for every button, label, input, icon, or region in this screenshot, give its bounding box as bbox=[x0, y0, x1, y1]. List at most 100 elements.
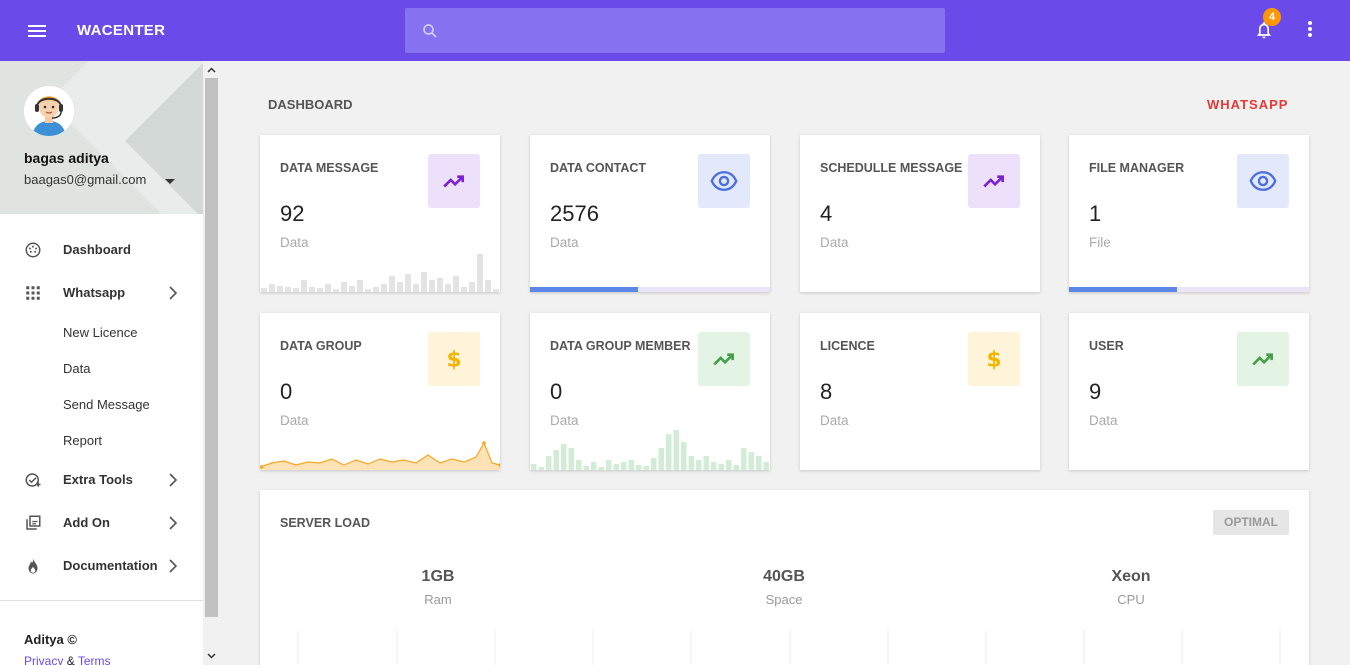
user-name: bagas aditya bbox=[24, 150, 109, 166]
sparkline-bar bbox=[666, 434, 672, 470]
sparkline-bar bbox=[531, 464, 537, 470]
dashboard-icon bbox=[25, 242, 41, 258]
sparkline-bar bbox=[703, 456, 709, 470]
user-menu-caret-icon[interactable] bbox=[165, 179, 175, 184]
footer-links: Privacy & Terms bbox=[24, 654, 111, 665]
more-vert-icon[interactable] bbox=[1302, 21, 1318, 41]
card-unit: Data bbox=[1089, 413, 1118, 428]
sparkline-bar bbox=[636, 465, 642, 470]
card-title: DATA MESSAGE bbox=[280, 161, 379, 175]
breadcrumb[interactable]: WHATSAPP bbox=[1207, 97, 1288, 112]
stat-card-file-manager[interactable]: FILE MANAGER 1 File bbox=[1069, 135, 1309, 292]
library-icon bbox=[26, 515, 41, 530]
menu-icon[interactable] bbox=[28, 22, 46, 40]
sparkline-area bbox=[260, 441, 500, 470]
sparkline-bar bbox=[763, 462, 769, 470]
sparkline-bar bbox=[485, 280, 491, 292]
stat-value: 40GB bbox=[763, 568, 805, 585]
stat-card-data-group-member[interactable]: DATA GROUP MEMBER 0 Data bbox=[530, 313, 770, 470]
card-icon-box bbox=[698, 154, 750, 208]
scrollbar-thumb[interactable] bbox=[205, 78, 218, 617]
sidebar-item-extra-tools[interactable]: Extra Tools bbox=[0, 462, 203, 498]
eye-icon bbox=[1249, 171, 1277, 191]
sidebar-subitem-new-licence[interactable]: New Licence bbox=[63, 325, 137, 340]
card-title: DATA CONTACT bbox=[550, 161, 647, 175]
sparkline-bar bbox=[591, 462, 597, 470]
sidebar-item-dashboard[interactable]: Dashboard bbox=[0, 232, 203, 268]
scroll-up-icon[interactable] bbox=[206, 65, 217, 76]
sparkline-bar bbox=[553, 450, 559, 470]
top-app-bar: WACENTER 4 bbox=[0, 0, 1350, 61]
sparkline-bar bbox=[285, 287, 291, 292]
trending-up-icon bbox=[443, 175, 464, 188]
sparkline-bar bbox=[277, 286, 283, 292]
stat-card-user[interactable]: USER 9 Data bbox=[1069, 313, 1309, 470]
sidebar-subitem-data[interactable]: Data bbox=[63, 361, 90, 376]
page-title: DASHBOARD bbox=[268, 97, 353, 112]
trending-up-icon bbox=[1252, 353, 1273, 366]
sparkline-bar bbox=[293, 288, 299, 292]
stat-card-licence[interactable]: LICENCE 8 Data $ bbox=[800, 313, 1040, 470]
avatar bbox=[24, 86, 74, 136]
stat-card-data-group[interactable]: DATA GROUP 0 Data $ bbox=[260, 313, 500, 470]
card-value: 0 bbox=[280, 379, 293, 404]
stat-value: 1GB bbox=[421, 568, 455, 585]
sparkline-bar bbox=[421, 272, 427, 292]
search-bar[interactable] bbox=[405, 8, 945, 53]
sparkline-bar bbox=[301, 280, 307, 292]
sidebar-subitem-report[interactable]: Report bbox=[63, 433, 102, 448]
sparkline-bar bbox=[317, 288, 323, 292]
sparkline-bar bbox=[413, 284, 419, 292]
card-value: 1 bbox=[1089, 201, 1102, 226]
sparkline-bar bbox=[389, 276, 395, 292]
card-icon-box bbox=[1237, 154, 1289, 208]
sidebar-subitem-send-message[interactable]: Send Message bbox=[63, 397, 150, 412]
card-value: 8 bbox=[820, 379, 833, 404]
server-load-chart-grid bbox=[297, 630, 1281, 665]
sparkline-bar bbox=[325, 284, 331, 292]
privacy-link[interactable]: Privacy bbox=[24, 654, 63, 665]
card-title: LICENCE bbox=[820, 339, 875, 353]
svg-text:$: $ bbox=[986, 348, 1001, 372]
sidebar-divider bbox=[0, 600, 203, 601]
dollar-icon: $ bbox=[986, 348, 1001, 372]
card-value: 0 bbox=[550, 379, 563, 404]
status-badge: OPTIMAL bbox=[1213, 510, 1289, 535]
fire-icon bbox=[28, 558, 38, 574]
copyright-text: Aditya © bbox=[24, 632, 77, 647]
scroll-down-icon[interactable] bbox=[206, 650, 217, 661]
card-icon-box: $ bbox=[968, 332, 1020, 386]
stat-card-schedule-message[interactable]: SCHEDULLE MESSAGE 4 Data bbox=[800, 135, 1040, 292]
sparkline-bar bbox=[373, 287, 379, 292]
card-title: DATA GROUP MEMBER bbox=[550, 339, 691, 353]
sparkline-bar bbox=[688, 456, 694, 470]
sparkline-bar bbox=[261, 288, 267, 292]
card-title: USER bbox=[1089, 339, 1124, 353]
card-title: FILE MANAGER bbox=[1089, 161, 1185, 175]
search-input[interactable] bbox=[451, 8, 931, 53]
sparkline-bar bbox=[711, 462, 717, 470]
sparkline-bar bbox=[437, 278, 443, 292]
stat-label: CPU bbox=[1117, 592, 1145, 607]
sparkline-bar bbox=[429, 280, 435, 292]
sparkline-bar bbox=[397, 282, 403, 292]
sidebar-item-add-on[interactable]: Add On bbox=[0, 505, 203, 541]
sparkline-bar bbox=[658, 448, 664, 470]
sparkline-bar bbox=[681, 442, 687, 470]
sparkline-bars bbox=[531, 430, 769, 470]
app-brand[interactable]: WACENTER bbox=[77, 22, 165, 39]
sparkline-bar bbox=[741, 448, 747, 470]
stat-card-data-message[interactable]: DATA MESSAGE 92 Data bbox=[260, 135, 500, 292]
sparkline-bar bbox=[546, 456, 552, 470]
sidebar-item-documentation[interactable]: Documentation bbox=[0, 548, 203, 584]
chevron-right-icon bbox=[169, 516, 178, 530]
card-title: DATA GROUP bbox=[280, 339, 362, 353]
terms-link[interactable]: Terms bbox=[78, 654, 111, 665]
sparkline-bar bbox=[477, 254, 483, 292]
sidebar-item-label: Whatsapp bbox=[63, 285, 126, 300]
stat-card-data-contact[interactable]: DATA CONTACT 2576 Data bbox=[530, 135, 770, 292]
sidebar-item-whatsapp[interactable]: Whatsapp bbox=[0, 275, 203, 311]
progress-bar bbox=[1069, 287, 1309, 292]
sidebar-scrollbar[interactable] bbox=[203, 61, 220, 665]
sparkline-bar bbox=[673, 430, 679, 470]
